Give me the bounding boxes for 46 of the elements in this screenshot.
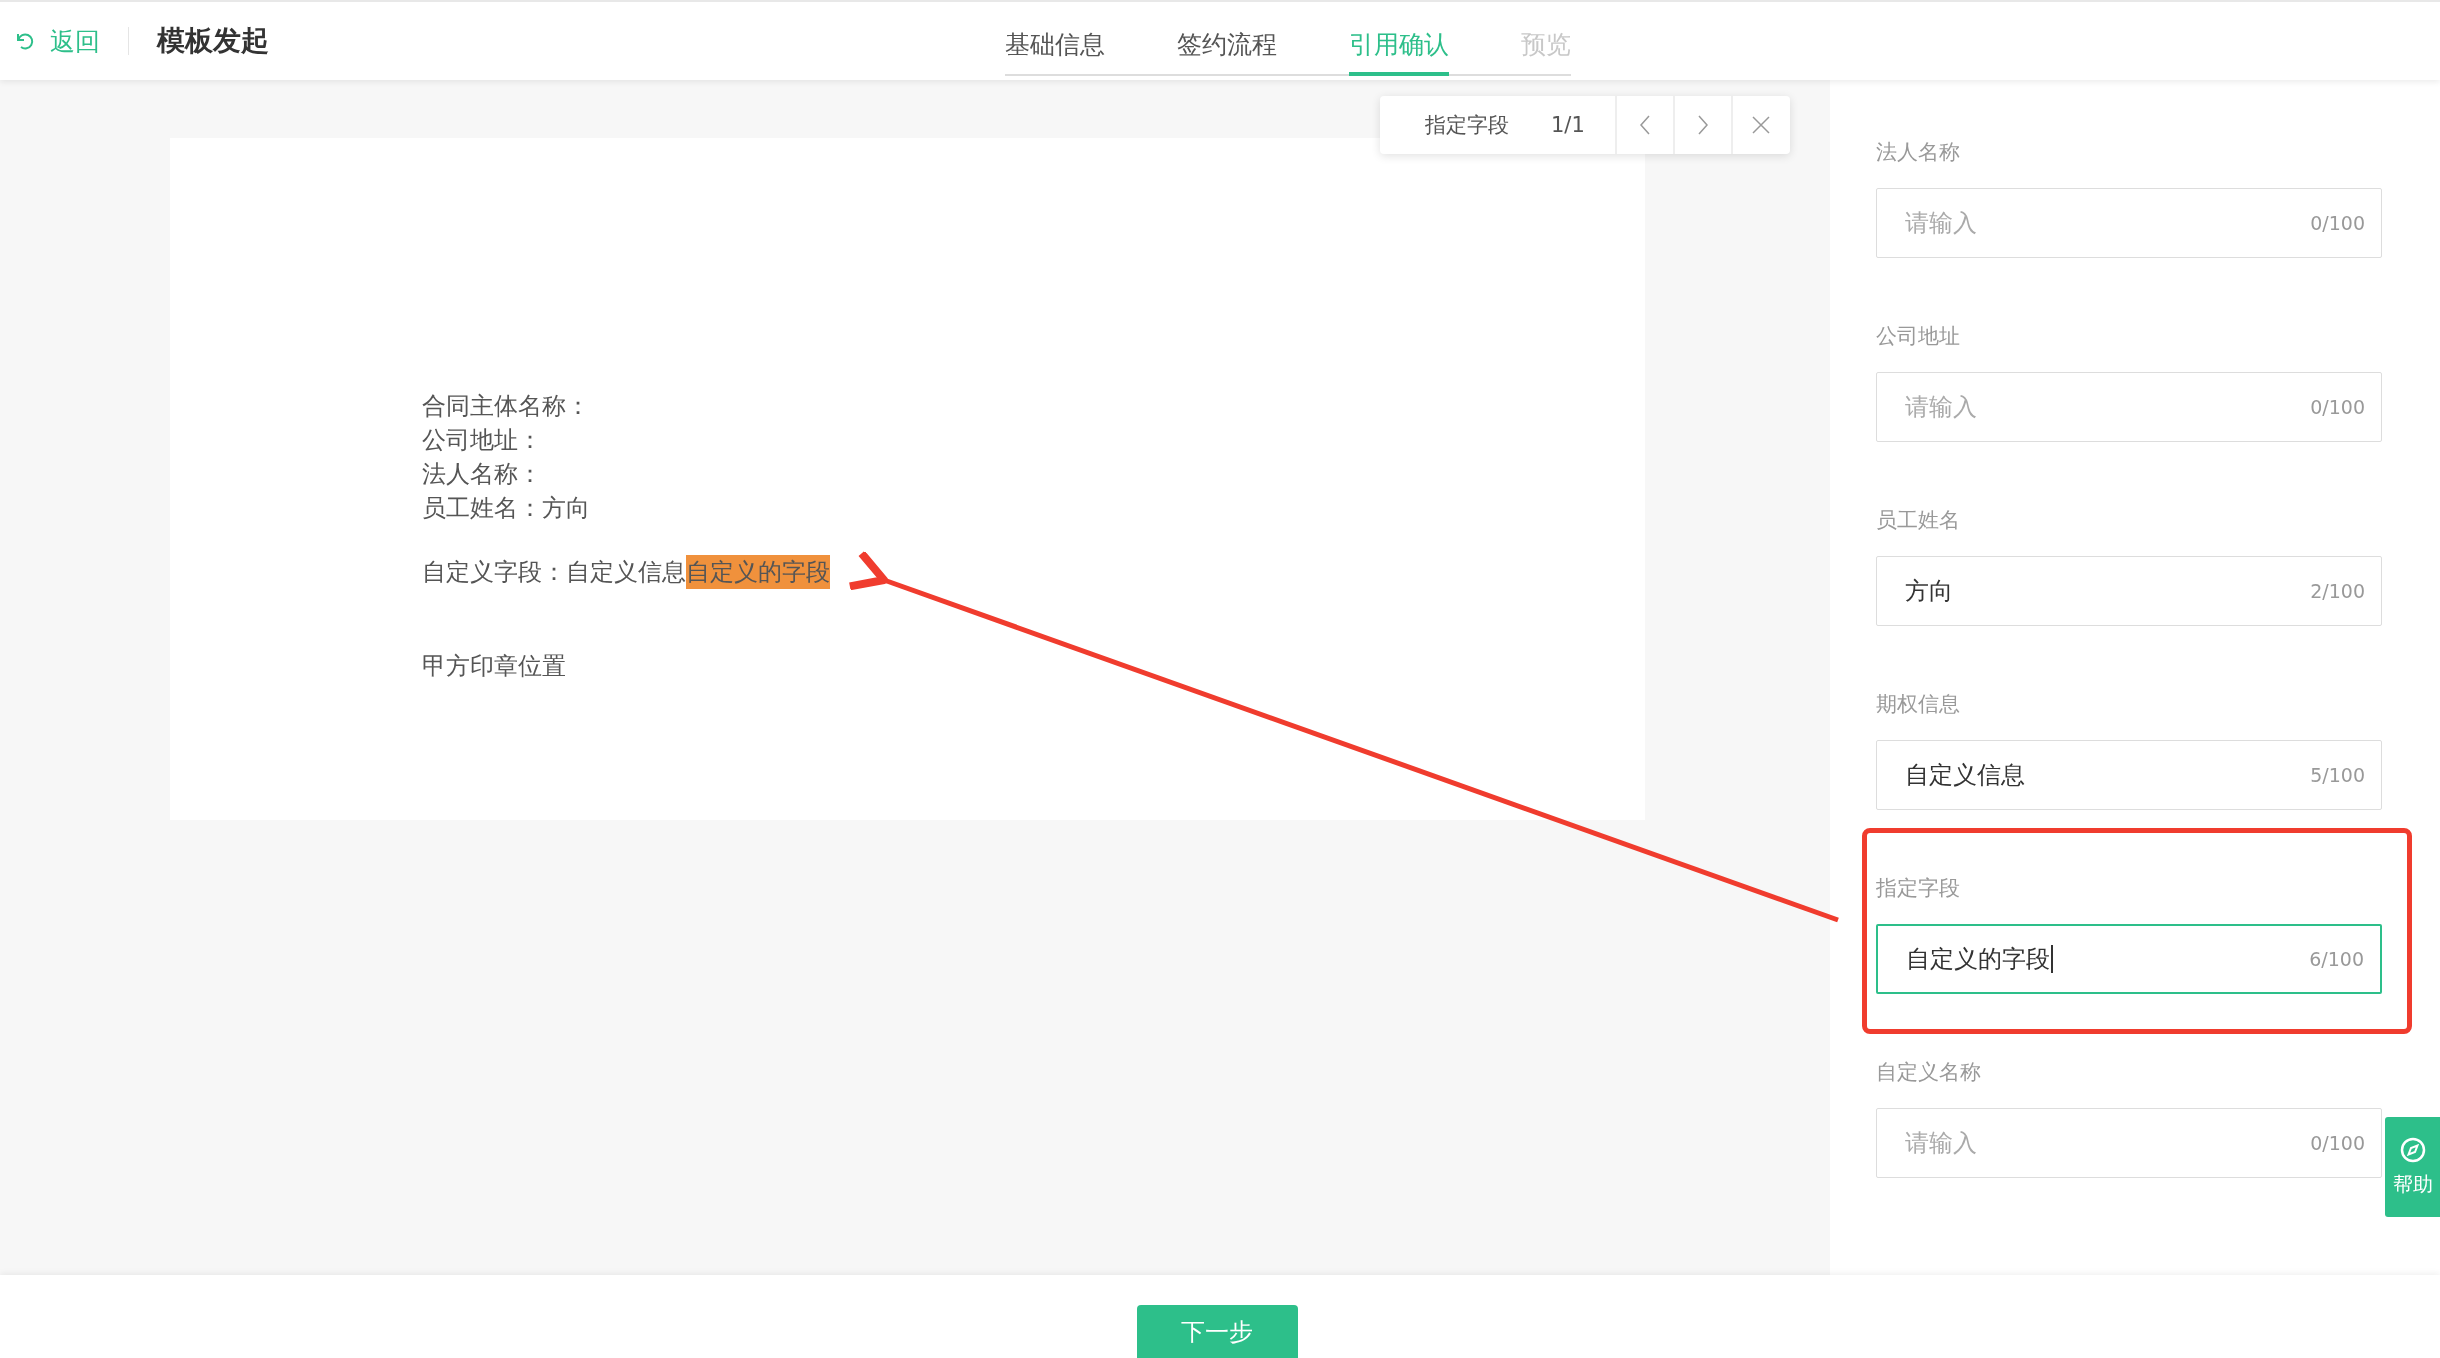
find-query: 指定字段 xyxy=(1425,112,1509,139)
character-counter: 6/100 xyxy=(2309,948,2364,970)
field-label: 期权信息 xyxy=(1876,691,1961,718)
input-text: 方向 xyxy=(1905,576,1953,607)
input-field[interactable]: 请输入 0/100 xyxy=(1876,372,2382,442)
step-tab[interactable]: 引用确认 xyxy=(1349,14,1449,74)
chevron-right-icon xyxy=(1696,115,1709,135)
field-label: 公司地址 xyxy=(1876,323,1961,350)
input-field[interactable]: 方向 2/100 xyxy=(1876,556,2382,626)
document-line: 公司地址： xyxy=(422,425,543,456)
placeholder: 请输入 xyxy=(1905,392,1977,423)
highlighted-text: 自定义的字段 xyxy=(686,555,830,589)
match-count: 1/1 xyxy=(1551,113,1585,137)
input-field[interactable]: 自定义信息 5/100 xyxy=(1876,740,2382,810)
text-cursor xyxy=(2051,945,2053,973)
undo-arrow-icon xyxy=(14,30,36,52)
back-link[interactable]: 返回 xyxy=(14,24,100,58)
document-line: 甲方印章位置 xyxy=(422,651,567,682)
placeholder: 请输入 xyxy=(1905,208,1977,239)
character-counter: 0/100 xyxy=(2310,1132,2365,1154)
document-line: 法人名称： xyxy=(422,459,543,490)
input-field[interactable]: 请输入 0/100 xyxy=(1876,1108,2382,1178)
character-counter: 5/100 xyxy=(2310,764,2365,786)
character-counter: 0/100 xyxy=(2310,396,2365,418)
character-counter: 0/100 xyxy=(2310,212,2365,234)
placeholder: 请输入 xyxy=(1905,1128,1977,1159)
document-line: 自定义字段：自定义信息 xyxy=(422,557,686,588)
step-tab[interactable]: 基础信息 xyxy=(1005,14,1105,74)
chevron-left-icon xyxy=(1638,115,1651,135)
step-tab[interactable]: 签约流程 xyxy=(1177,14,1277,74)
input-text: 自定义的字段 xyxy=(1906,944,2050,975)
compass-icon xyxy=(2399,1136,2426,1163)
page-title: 模板发起 xyxy=(157,23,269,59)
character-counter: 2/100 xyxy=(2310,580,2365,602)
field-label: 法人名称 xyxy=(1876,139,1961,166)
help-button[interactable]: 帮助 xyxy=(2385,1117,2440,1217)
next-step-button[interactable]: 下一步 xyxy=(1136,1305,1298,1358)
field-label: 指定字段 xyxy=(1876,875,1961,902)
input-text: 自定义信息 xyxy=(1905,760,2025,791)
field-label: 员工姓名 xyxy=(1876,507,1961,534)
input-field[interactable]: 自定义的字段 6/100 xyxy=(1876,924,2382,994)
input-field[interactable]: 请输入 0/100 xyxy=(1876,188,2382,258)
document-line: 合同主体名称： xyxy=(422,391,591,422)
document-line: 员工姓名：方向 xyxy=(422,493,591,524)
field-label: 自定义名称 xyxy=(1876,1059,1982,1086)
close-icon xyxy=(1751,116,1770,134)
